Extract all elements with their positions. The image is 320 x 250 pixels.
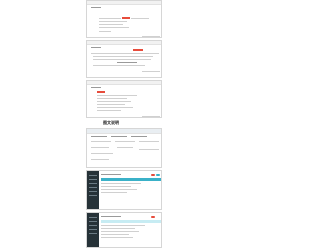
screenshot-form-1: [86, 0, 162, 38]
footer-line: [142, 36, 160, 37]
panel-line: [139, 141, 159, 142]
form-row: [99, 31, 111, 32]
table-row: [101, 183, 141, 184]
sidebar-item[interactable]: [89, 183, 97, 184]
sidebar: [87, 171, 99, 209]
top-bar: [87, 129, 161, 134]
sidebar-item[interactable]: [89, 233, 97, 234]
list-item: [97, 95, 137, 96]
table-row: [93, 56, 153, 57]
action-button[interactable]: [151, 174, 155, 176]
panel-line: [91, 153, 113, 154]
list-item: [97, 107, 133, 108]
panel-line: [91, 159, 109, 160]
table-header: [101, 220, 161, 223]
breadcrumb: [91, 7, 101, 8]
panel-line: [91, 147, 109, 148]
table-row: [101, 225, 145, 226]
table-row: [93, 65, 145, 66]
table-row: [101, 234, 129, 235]
footer-line: [142, 116, 160, 117]
table-header: [91, 53, 159, 54]
nav-tabs[interactable]: [131, 136, 147, 137]
table-header: [101, 178, 161, 181]
sidebar-item[interactable]: [89, 195, 97, 196]
sidebar-item[interactable]: [89, 175, 97, 176]
sidebar-item[interactable]: [89, 191, 97, 192]
nav-tabs[interactable]: [91, 136, 107, 137]
pagination[interactable]: [142, 71, 160, 72]
screenshot-admin-6: [86, 212, 162, 248]
list-item: [97, 104, 125, 105]
table-row: [93, 59, 151, 60]
action-button[interactable]: [151, 216, 155, 218]
breadcrumb: [101, 174, 121, 175]
screenshot-table-2: [86, 40, 162, 78]
panel-line: [139, 149, 159, 150]
sidebar-item[interactable]: [89, 221, 97, 222]
table-row: [101, 228, 135, 229]
list-item: [97, 98, 127, 99]
table-row: [101, 231, 139, 232]
screenshot-dashboard-4: [86, 128, 162, 168]
table-row: [101, 186, 131, 187]
sidebar-item[interactable]: [89, 225, 97, 226]
form-label-line: [99, 18, 121, 19]
breadcrumb: [91, 87, 101, 88]
table-row: [101, 189, 137, 190]
list-item: [97, 101, 131, 102]
table-row: [101, 237, 133, 238]
sidebar-item[interactable]: [89, 229, 97, 230]
sidebar: [87, 213, 99, 247]
nav-tabs[interactable]: [111, 136, 127, 137]
sidebar-item[interactable]: [89, 217, 97, 218]
panel-line: [91, 141, 111, 142]
screenshot-list-3: [86, 80, 162, 118]
caption-text: 图文说明: [103, 120, 119, 125]
sidebar-item[interactable]: [89, 187, 97, 188]
table-row: [101, 192, 127, 193]
primary-button[interactable]: [97, 91, 105, 93]
breadcrumb: [101, 216, 121, 217]
add-button[interactable]: [133, 49, 143, 51]
action-button[interactable]: [156, 174, 160, 176]
form-row: [99, 27, 129, 28]
submit-button[interactable]: [122, 17, 130, 19]
panel-line: [117, 147, 133, 148]
top-bar: [87, 41, 161, 45]
form-row: [99, 21, 127, 22]
panel-line: [115, 141, 135, 142]
form-row: [99, 24, 123, 25]
breadcrumb: [91, 47, 101, 48]
form-field[interactable]: [131, 18, 149, 19]
sidebar-item[interactable]: [89, 179, 97, 180]
list-item: [97, 110, 121, 111]
table-row: [117, 62, 137, 63]
top-bar: [87, 1, 161, 5]
top-bar: [87, 81, 161, 85]
screenshot-admin-5: [86, 170, 162, 210]
